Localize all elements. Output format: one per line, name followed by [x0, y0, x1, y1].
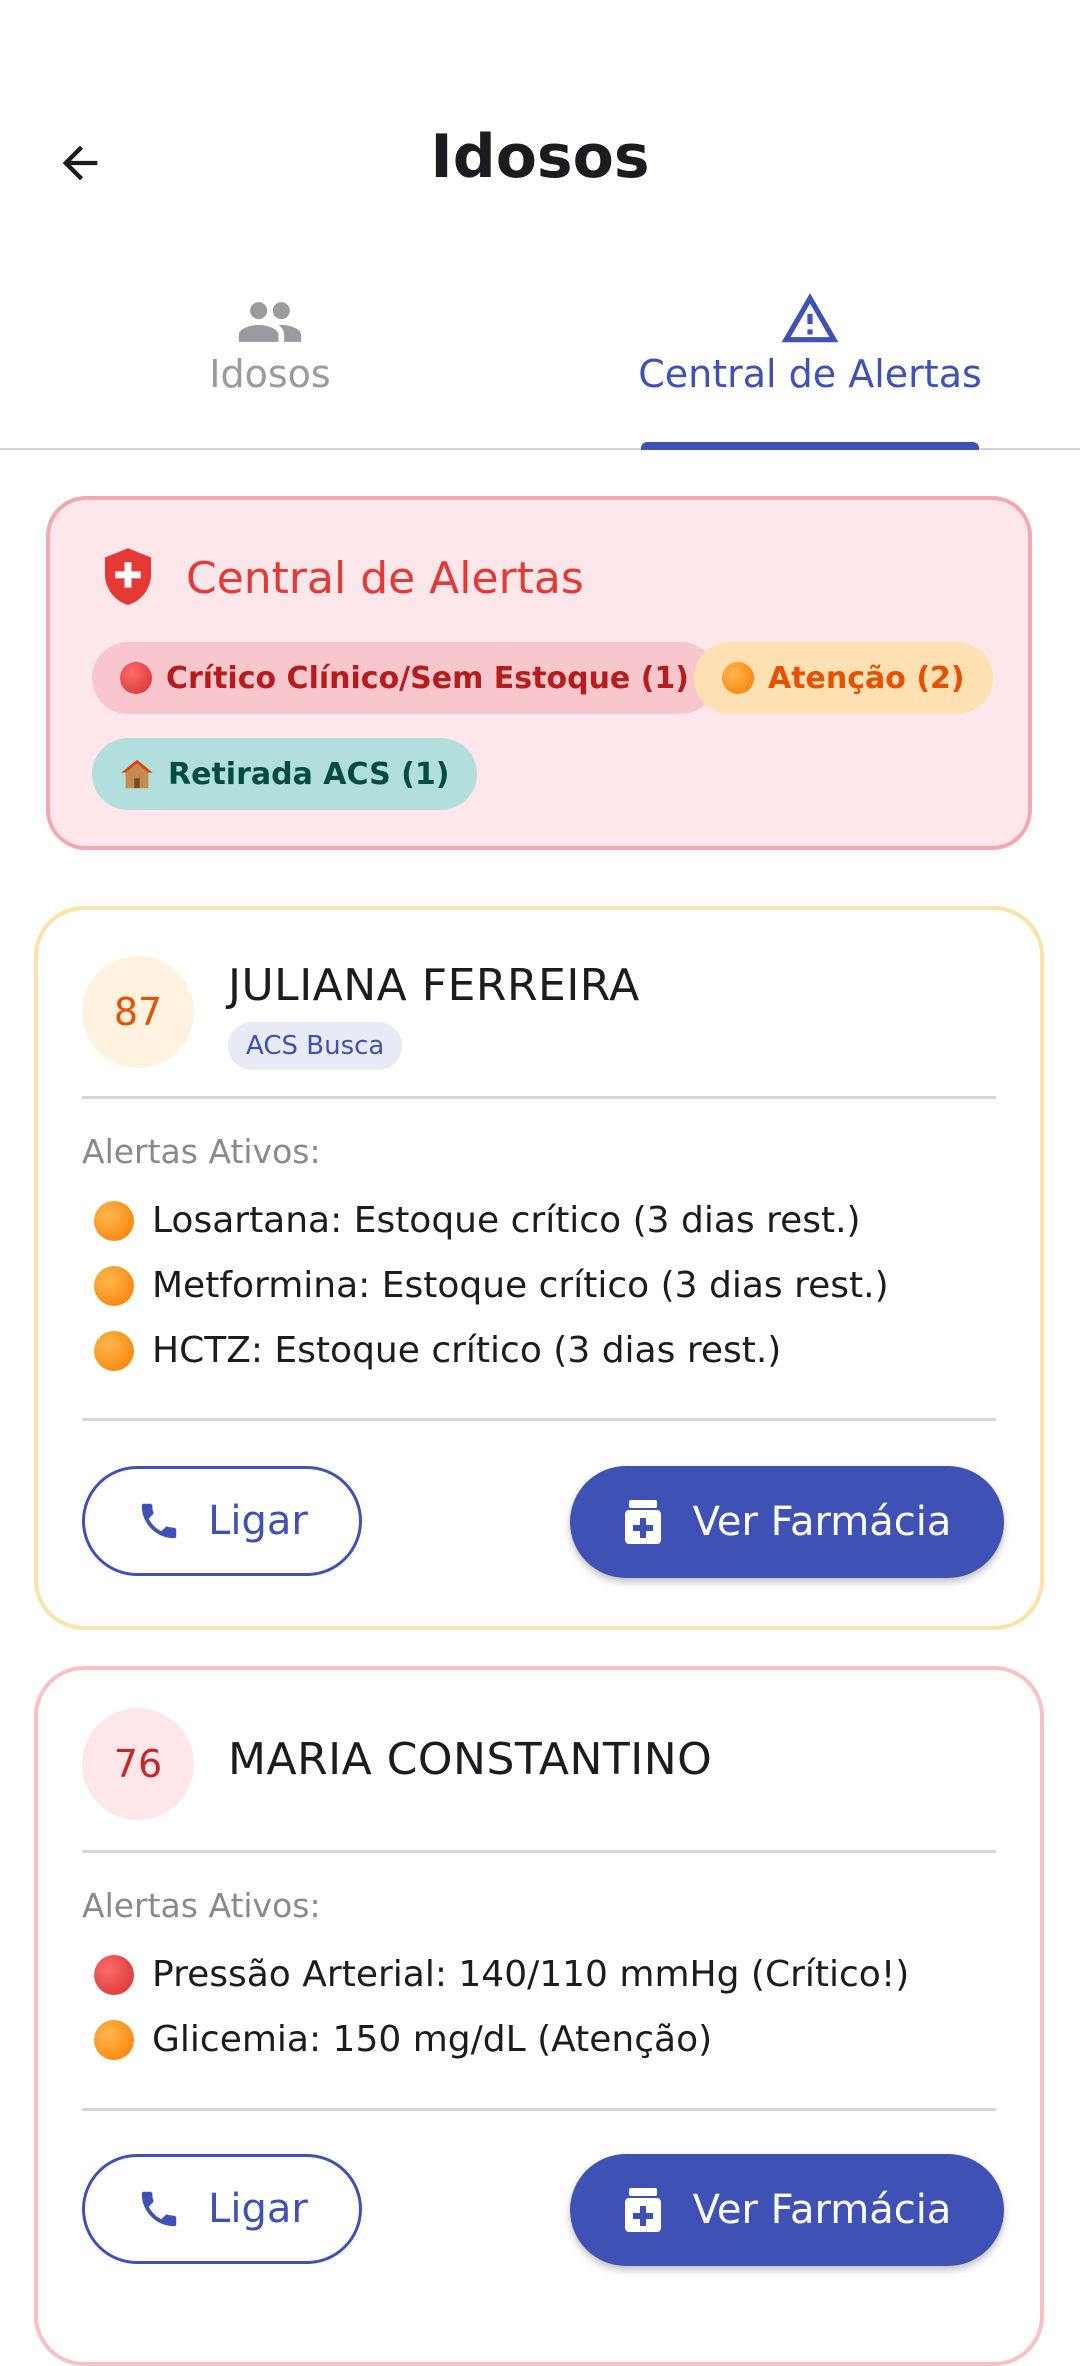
tab-label: Central de Alertas	[638, 352, 982, 396]
house-icon	[120, 758, 154, 790]
divider	[82, 1418, 996, 1421]
medication-icon	[623, 1500, 663, 1544]
view-pharmacy-button[interactable]: Ver Farmácia	[570, 2154, 1004, 2266]
alert-item: Losartana: Estoque crítico (3 dias rest.…	[94, 1200, 861, 1241]
age-avatar: 76	[82, 1708, 194, 1820]
alert-text: Losartana: Estoque crítico (3 dias rest.…	[152, 1200, 861, 1241]
patient-card[interactable]: 87 JULIANA FERREIRA ACS Busca Alertas At…	[34, 906, 1044, 1630]
orange-circle-icon	[722, 662, 754, 694]
chip-acs-pickup[interactable]: Retirada ACS (1)	[92, 738, 478, 810]
alert-center-summary: Central de Alertas Crítico Clínico/Sem E…	[46, 496, 1032, 850]
phone-icon	[136, 1498, 182, 1544]
orange-circle-icon	[94, 1200, 134, 1241]
warning-triangle-icon	[779, 288, 841, 354]
alert-text: Pressão Arterial: 140/110 mmHg (Crítico!…	[152, 1954, 910, 1995]
call-button[interactable]: Ligar	[82, 1466, 362, 1576]
tab-central-de-alertas[interactable]: Central de Alertas	[540, 260, 1080, 448]
alerts-label: Alertas Ativos:	[82, 1132, 321, 1171]
pharmacy-label: Ver Farmácia	[692, 2187, 952, 2233]
call-button[interactable]: Ligar	[82, 2154, 362, 2264]
chip-label: Crítico Clínico/Sem Estoque (1)	[166, 660, 690, 696]
patient-card[interactable]: 76 MARIA CONSTANTINO Alertas Ativos: Pre…	[34, 1666, 1044, 2366]
alert-item: Glicemia: 150 mg/dL (Atenção)	[94, 2019, 712, 2060]
page-title: Idosos	[430, 122, 650, 192]
alert-item: Pressão Arterial: 140/110 mmHg (Crítico!…	[94, 1954, 909, 1995]
tab-bar: Idosos Central de Alertas	[0, 260, 1080, 450]
app-bar: Idosos	[0, 0, 1080, 260]
chip-attention[interactable]: Atenção (2)	[694, 642, 993, 714]
pharmacy-label: Ver Farmácia	[692, 1499, 952, 1545]
alert-text: Glicemia: 150 mg/dL (Atenção)	[152, 2019, 713, 2060]
phone-icon	[136, 2186, 182, 2232]
chip-label: Retirada ACS (1)	[168, 756, 450, 792]
medication-icon	[623, 2188, 663, 2232]
alert-text: HCTZ: Estoque crítico (3 dias rest.)	[152, 1330, 782, 1371]
alert-item: Metformina: Estoque crítico (3 dias rest…	[94, 1265, 889, 1306]
tab-label: Idosos	[209, 352, 331, 396]
call-label: Ligar	[208, 2186, 308, 2232]
orange-circle-icon	[94, 2019, 134, 2060]
alert-item: HCTZ: Estoque crítico (3 dias rest.)	[94, 1330, 781, 1371]
chip-label: Atenção (2)	[768, 660, 965, 696]
chip-critical[interactable]: Crítico Clínico/Sem Estoque (1)	[92, 642, 718, 714]
divider	[82, 1850, 996, 1853]
red-circle-icon	[120, 662, 152, 694]
age-avatar: 87	[82, 956, 194, 1068]
tab-idosos[interactable]: Idosos	[0, 260, 540, 448]
shield-plus-icon	[100, 546, 156, 610]
red-circle-icon	[94, 1954, 134, 1995]
orange-circle-icon	[94, 1330, 134, 1371]
tab-indicator	[641, 442, 979, 450]
divider	[82, 2108, 996, 2111]
divider	[82, 1096, 996, 1099]
alerts-label: Alertas Ativos:	[82, 1886, 321, 1925]
people-icon	[236, 288, 304, 360]
alert-center-title: Central de Alertas	[186, 552, 584, 604]
patient-name: JULIANA FERREIRA	[228, 960, 640, 1011]
orange-circle-icon	[94, 1265, 134, 1306]
view-pharmacy-button[interactable]: Ver Farmácia	[570, 1466, 1004, 1578]
acs-badge: ACS Busca	[228, 1022, 403, 1070]
patient-name: MARIA CONSTANTINO	[228, 1734, 713, 1785]
call-label: Ligar	[208, 1498, 308, 1544]
alert-text: Metformina: Estoque crítico (3 dias rest…	[152, 1265, 889, 1306]
